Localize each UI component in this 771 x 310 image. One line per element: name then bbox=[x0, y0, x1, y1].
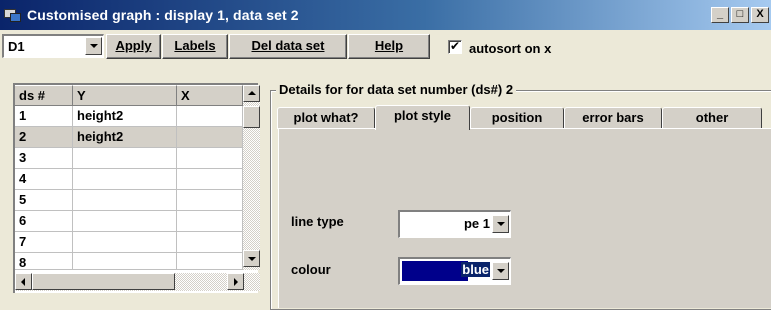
row-ds-cell[interactable]: 1 bbox=[15, 106, 73, 127]
header-y[interactable]: Y bbox=[73, 85, 177, 106]
line-type-value: pe 1 bbox=[463, 216, 490, 231]
minimize-button[interactable]: _ bbox=[711, 7, 729, 23]
horizontal-scrollbar[interactable] bbox=[15, 273, 260, 291]
row-y-cell[interactable] bbox=[73, 211, 177, 232]
table-row[interactable]: 3 bbox=[15, 148, 243, 169]
row-ds-cell[interactable]: 8 bbox=[15, 253, 73, 270]
row-x-cell[interactable] bbox=[177, 211, 243, 232]
row-x-cell[interactable] bbox=[177, 127, 243, 148]
row-y-cell[interactable] bbox=[73, 148, 177, 169]
title-bar: Customised graph : display 1, data set 2… bbox=[0, 0, 771, 30]
table-row[interactable]: 1 height2 bbox=[15, 106, 243, 127]
chevron-down-icon[interactable] bbox=[492, 262, 509, 280]
row-x-cell[interactable] bbox=[177, 190, 243, 211]
vertical-scrollbar[interactable] bbox=[243, 85, 260, 270]
apply-label: Apply bbox=[115, 38, 152, 53]
tab-error-bars[interactable]: error bars bbox=[564, 107, 662, 129]
row-ds-cell[interactable]: 5 bbox=[15, 190, 73, 211]
row-x-cell[interactable] bbox=[177, 148, 243, 169]
table-row[interactable]: 4 bbox=[15, 169, 243, 190]
help-button[interactable]: Help bbox=[348, 34, 430, 59]
toolbar: D1 Apply Labels Del data set Help autoso… bbox=[0, 33, 771, 61]
chevron-down-icon[interactable] bbox=[492, 215, 509, 233]
row-y-cell[interactable] bbox=[73, 190, 177, 211]
scroll-left-icon[interactable] bbox=[15, 273, 32, 290]
labels-label: Labels bbox=[174, 38, 216, 53]
table-row[interactable]: 7 bbox=[15, 232, 243, 253]
row-ds-cell[interactable]: 2 bbox=[15, 127, 73, 148]
colour-select[interactable]: blue bbox=[398, 257, 511, 285]
row-ds-cell[interactable]: 7 bbox=[15, 232, 73, 253]
apply-button[interactable]: Apply bbox=[106, 34, 161, 59]
line-type-select[interactable]: pe 1 bbox=[398, 210, 511, 238]
horizontal-scroll-thumb[interactable] bbox=[32, 273, 175, 290]
del-data-set-button[interactable]: Del data set bbox=[229, 34, 347, 59]
row-y-cell[interactable]: height2 bbox=[73, 106, 177, 127]
window-controls: _ □ X bbox=[711, 7, 769, 23]
plot-style-panel: line type pe 1 colour blue bbox=[278, 128, 771, 308]
autosort-label: autosort on x bbox=[469, 41, 552, 56]
chevron-down-icon[interactable] bbox=[85, 37, 102, 55]
row-y-cell[interactable] bbox=[73, 169, 177, 190]
table-header: ds # Y X bbox=[15, 85, 243, 106]
window-title: Customised graph : display 1, data set 2 bbox=[27, 7, 299, 23]
display-select-value: D1 bbox=[8, 39, 25, 54]
tab-position[interactable]: position bbox=[470, 107, 564, 129]
row-x-cell[interactable] bbox=[177, 106, 243, 127]
vertical-scroll-thumb[interactable] bbox=[243, 106, 260, 128]
help-label: Help bbox=[374, 38, 404, 53]
row-x-cell[interactable] bbox=[177, 232, 243, 253]
row-y-cell[interactable] bbox=[73, 232, 177, 253]
colour-label: colour bbox=[291, 262, 331, 277]
close-button[interactable]: X bbox=[751, 7, 769, 23]
tab-plot-what[interactable]: plot what? bbox=[277, 107, 375, 129]
row-x-cell[interactable] bbox=[177, 169, 243, 190]
details-group-title: Details for for data set number (ds#) 2 bbox=[276, 82, 517, 97]
labels-button[interactable]: Labels bbox=[162, 34, 228, 59]
tab-other[interactable]: other bbox=[662, 107, 762, 129]
scroll-up-icon[interactable] bbox=[243, 85, 260, 102]
colour-value: blue bbox=[461, 262, 490, 277]
display-select[interactable]: D1 bbox=[2, 34, 104, 58]
row-ds-cell[interactable]: 3 bbox=[15, 148, 73, 169]
maximize-button[interactable]: □ bbox=[731, 7, 749, 23]
row-x-cell[interactable] bbox=[177, 253, 243, 270]
app-icon bbox=[4, 7, 22, 23]
table-row[interactable]: 5 bbox=[15, 190, 243, 211]
autosort-checkbox[interactable] bbox=[448, 39, 462, 54]
row-y-cell[interactable]: height2 bbox=[73, 127, 177, 148]
line-type-label: line type bbox=[291, 214, 344, 229]
table-row-selected[interactable]: 2 height2 bbox=[15, 127, 243, 148]
header-ds[interactable]: ds # bbox=[15, 85, 73, 106]
scroll-down-icon[interactable] bbox=[243, 250, 260, 267]
header-x[interactable]: X bbox=[177, 85, 243, 106]
colour-swatch bbox=[402, 261, 468, 281]
tab-plot-style[interactable]: plot style bbox=[375, 105, 470, 130]
table-row[interactable]: 6 bbox=[15, 211, 243, 232]
row-y-cell[interactable] bbox=[73, 253, 177, 270]
row-ds-cell[interactable]: 6 bbox=[15, 211, 73, 232]
scroll-right-icon[interactable] bbox=[227, 273, 244, 290]
row-ds-cell[interactable]: 4 bbox=[15, 169, 73, 190]
data-set-table: ds # Y X 1 height2 2 height2 3 4 5 6 7 8 bbox=[13, 83, 260, 293]
table-row[interactable]: 8 bbox=[15, 253, 243, 270]
del-data-set-label: Del data set bbox=[251, 38, 325, 53]
